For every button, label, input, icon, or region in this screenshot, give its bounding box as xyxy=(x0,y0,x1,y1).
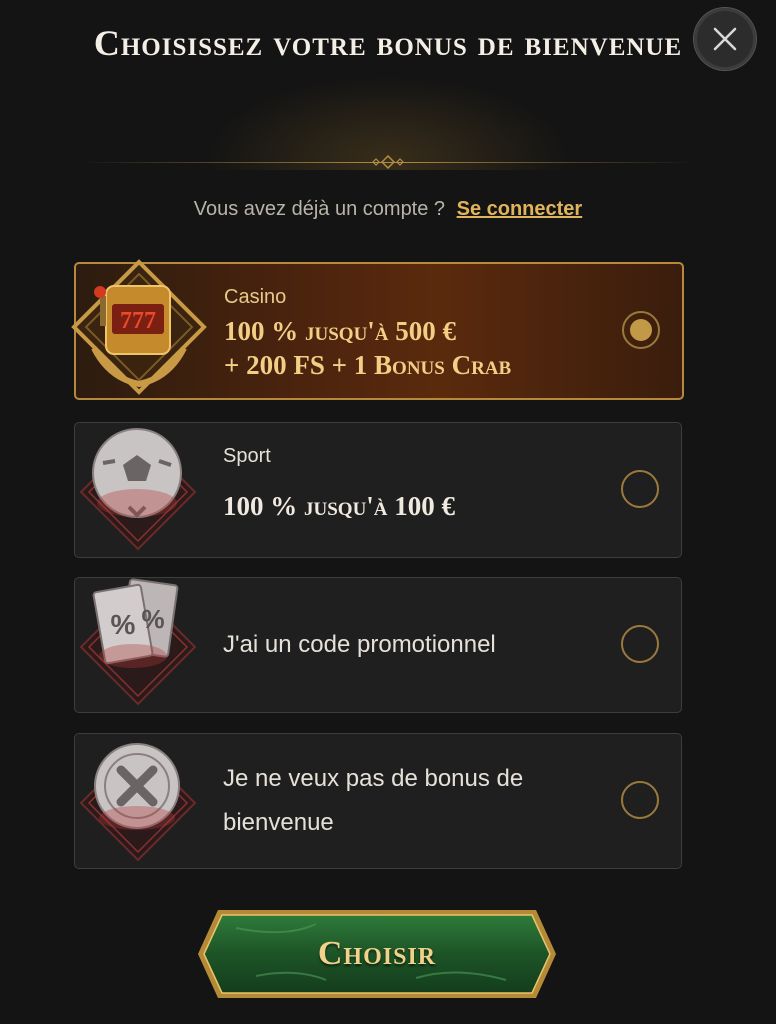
promo-code-radio[interactable] xyxy=(621,625,659,663)
slot-machine-icon: 777 xyxy=(71,259,207,395)
casino-offer-line1: 100 % jusqu'à 500 € xyxy=(224,316,457,346)
svg-text:%: % xyxy=(111,609,136,640)
casino-offer-line2: + 200 FS + 1 Bonus Crab xyxy=(224,350,512,380)
promo-code-label: J'ai un code promotionnel xyxy=(223,631,496,658)
casino-category: Casino xyxy=(224,286,287,308)
divider-ornament-icon xyxy=(372,154,404,170)
bonus-option-sport[interactable]: Sport 100 % jusqu'à 100 € xyxy=(74,422,682,558)
close-button[interactable] xyxy=(694,8,756,70)
bonus-option-casino[interactable]: 777 Casino 100 % jusqu'à 500 € + 200 FS … xyxy=(71,259,684,400)
sport-radio[interactable] xyxy=(621,470,659,508)
casino-radio[interactable] xyxy=(622,311,660,349)
login-prompt: Vous avez déjà un compte ? xyxy=(193,198,446,220)
login-link[interactable]: Se connecter xyxy=(457,198,583,220)
close-icon xyxy=(713,27,737,51)
page-title: Choisissez votre bonus de bienvenue xyxy=(93,23,683,63)
svg-text:%: % xyxy=(141,604,164,634)
promo-code-icon: % % xyxy=(79,578,197,706)
radio-selected-dot xyxy=(630,319,652,341)
soccer-ball-icon xyxy=(79,428,197,551)
no-bonus-label: Je ne veux pas de bonus de bienvenue xyxy=(223,765,524,836)
choose-button[interactable]: Choisir xyxy=(196,908,558,1000)
svg-text:777: 777 xyxy=(120,308,156,334)
no-bonus-radio[interactable] xyxy=(621,781,659,819)
login-row: Vous avez déjà un compte ? Se connecter xyxy=(0,198,776,221)
sport-category: Sport xyxy=(223,445,271,467)
bonus-option-promo-code[interactable]: % % J'ai un code promotionnel xyxy=(74,577,682,713)
choose-button-label: Choisir xyxy=(317,935,437,972)
sport-offer-line1: 100 % jusqu'à 100 € xyxy=(223,491,456,521)
no-bonus-icon xyxy=(79,743,197,862)
bonus-option-no-bonus[interactable]: Je ne veux pas de bonus de bienvenue xyxy=(74,733,682,869)
